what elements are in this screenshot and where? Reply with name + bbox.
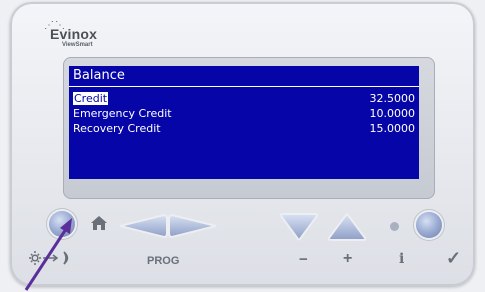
- down-arrow-button[interactable]: [278, 212, 320, 242]
- right-arrow-button[interactable]: [168, 213, 218, 239]
- row-value: 10.0000: [369, 107, 416, 120]
- ok-round-button[interactable]: [416, 212, 442, 238]
- row-label: Emergency Credit: [73, 107, 172, 120]
- row-label: Credit: [73, 92, 109, 105]
- brand-logo: ⋰⋱ Evinox ViewSmart: [44, 20, 124, 56]
- indicator-dot: [390, 222, 399, 231]
- lcd-screen: Balance Credit 32.5000 Emergency Credit …: [69, 66, 419, 179]
- menu-row-emergency-credit[interactable]: Emergency Credit 10.0000: [73, 107, 415, 120]
- brand-name: Evinox: [50, 26, 98, 42]
- title-divider: [69, 86, 419, 87]
- home-icon[interactable]: [90, 215, 108, 231]
- info-label: i: [399, 251, 405, 267]
- menu-row-recovery-credit[interactable]: Recovery Credit 15.0000: [73, 122, 415, 135]
- up-arrow-button[interactable]: [326, 212, 368, 242]
- menu-row-credit[interactable]: Credit 32.5000: [73, 92, 415, 105]
- check-label: ✓: [446, 248, 462, 268]
- left-arrow-button[interactable]: [118, 213, 168, 239]
- prog-label: PROG: [147, 255, 180, 267]
- minus-label: −: [299, 251, 308, 268]
- row-value: 15.0000: [369, 122, 416, 135]
- screen-title: Balance: [73, 68, 125, 83]
- pointer-arrow-icon: [24, 218, 72, 291]
- brand-subname: ViewSmart: [62, 42, 93, 48]
- row-label: Recovery Credit: [73, 122, 161, 135]
- row-value: 32.5000: [369, 92, 416, 105]
- plus-label: +: [343, 250, 353, 267]
